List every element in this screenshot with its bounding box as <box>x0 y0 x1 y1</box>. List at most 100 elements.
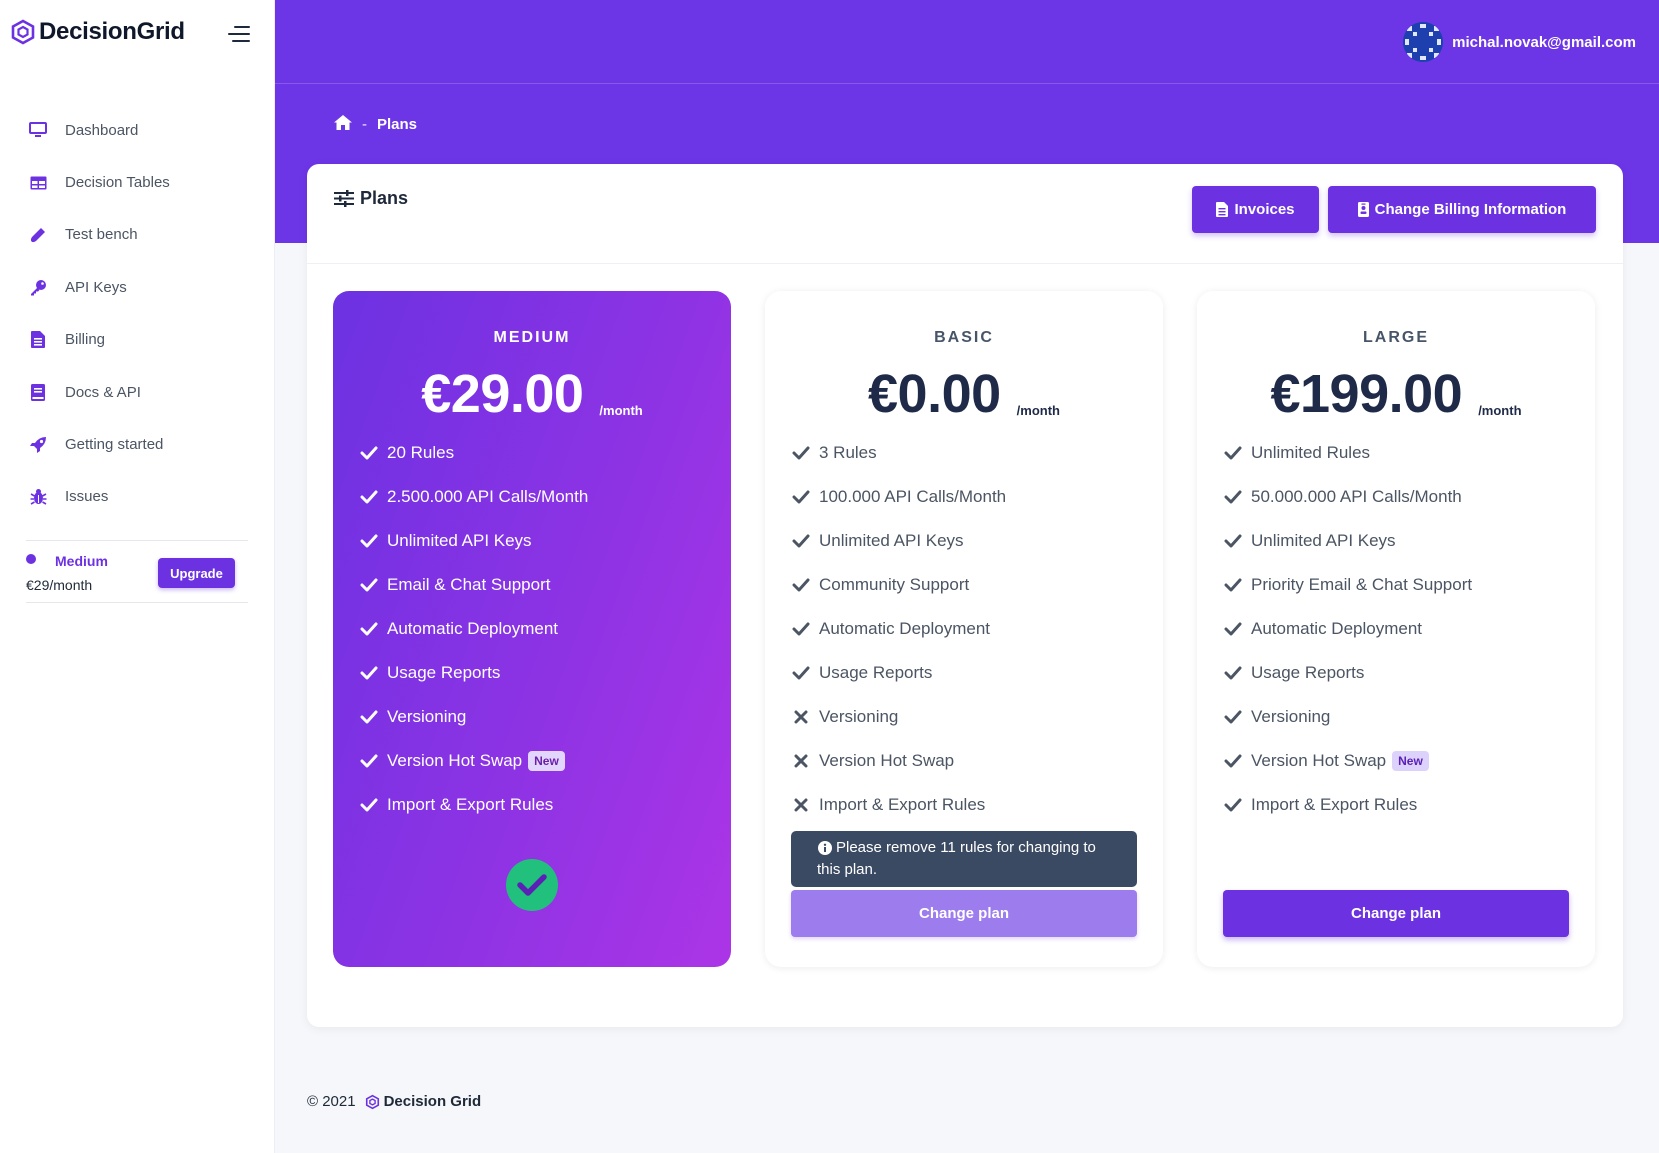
table-icon <box>28 173 48 193</box>
feature-item: Priority Email & Chat Support <box>1224 563 1472 607</box>
home-icon[interactable] <box>334 115 352 134</box>
sidebar-nav: Dashboard Decision Tables Test bench API… <box>0 104 275 523</box>
feature-label: Automatic Deployment <box>819 619 991 638</box>
feature-label: 2.500.000 API Calls/Month <box>387 487 589 506</box>
page-title: Plans <box>334 188 408 209</box>
feature-label: Versioning <box>1251 707 1331 726</box>
feature-label: Automatic Deployment <box>387 619 559 638</box>
feature-item: Import & Export Rules <box>1224 783 1472 827</box>
plan-price: €0.00 /month <box>765 365 1163 423</box>
sidebar-item-label: Billing <box>65 331 106 349</box>
feature-label: Import & Export Rules <box>1251 795 1418 814</box>
sidebar-item-getting-started[interactable]: Getting started <box>0 418 275 470</box>
check-icon <box>360 664 378 682</box>
feature-item: 50.000.000 API Calls/Month <box>1224 475 1472 519</box>
feature-item: Unlimited API Keys <box>1224 519 1472 563</box>
sidebar-item-decision-tables[interactable]: Decision Tables <box>0 156 275 208</box>
feature-item: Usage Reports <box>360 651 588 695</box>
monitor-icon <box>28 120 48 140</box>
flask-icon <box>28 225 48 245</box>
hexagon-logo-icon <box>365 1094 379 1109</box>
brand-logo[interactable]: DecisionGrid <box>10 18 185 46</box>
feature-item: Unlimited API Keys <box>360 519 588 563</box>
feature-item: Automatic Deployment <box>1224 607 1472 651</box>
feature-label: Automatic Deployment <box>1251 619 1423 638</box>
check-icon <box>792 444 810 462</box>
feature-label: 20 Rules <box>387 443 455 462</box>
feature-item: Import & Export Rules <box>360 783 588 827</box>
change-plan-button-basic[interactable]: Change plan <box>791 890 1137 937</box>
notice-text: Please remove 11 rules for changing to t… <box>817 839 1096 878</box>
plan-card-basic: BASIC €0.00 /month 3 Rules 100.000 API Ca… <box>765 291 1163 967</box>
feature-list: 20 Rules 2.500.000 API Calls/Month Unlimit… <box>360 431 588 827</box>
sidebar-item-issues[interactable]: Issues <box>0 471 275 523</box>
sidebar-item-label: Issues <box>65 488 109 506</box>
feature-item: Version Hot Swap <box>792 739 1006 783</box>
sidebar-item-test-bench[interactable]: Test bench <box>0 209 275 261</box>
sidebar-item-label: Docs & API <box>65 383 141 401</box>
feature-label: Versioning <box>819 707 899 726</box>
plans-card: Plans Invoices Change Billing Informatio… <box>307 164 1623 1027</box>
current-plan-check-icon <box>506 859 558 911</box>
sidebar-item-label: API Keys <box>65 278 127 296</box>
hexagon-logo-icon <box>11 19 35 45</box>
change-billing-button[interactable]: Change Billing Information <box>1328 186 1596 233</box>
breadcrumb-separator: - <box>362 116 367 133</box>
plan-amount: €29.00 <box>421 364 584 424</box>
user-email: michal.novak@gmail.com <box>1452 33 1636 51</box>
sidebar-item-dashboard[interactable]: Dashboard <box>0 104 275 156</box>
feature-item: Version Hot Swap New <box>1224 739 1472 783</box>
page-title-text: Plans <box>360 188 409 208</box>
feature-item: 100.000 API Calls/Month <box>792 475 1006 519</box>
check-icon <box>1224 664 1242 682</box>
check-icon <box>1224 488 1242 506</box>
check-icon <box>360 488 378 506</box>
sidebar-item-billing[interactable]: Billing <box>0 314 275 366</box>
feature-label: Version Hot Swap <box>387 751 523 770</box>
feature-item: Version Hot Swap New <box>360 739 588 783</box>
sidebar-item-docs-api[interactable]: Docs & API <box>0 366 275 418</box>
new-badge: New <box>1392 751 1429 771</box>
check-icon <box>792 488 810 506</box>
new-badge: New <box>528 751 565 771</box>
user-menu[interactable]: michal.novak@gmail.com <box>1403 22 1636 62</box>
check-icon <box>1224 752 1242 770</box>
check-icon <box>1224 532 1242 550</box>
feature-label: Priority Email & Chat Support <box>1251 575 1473 594</box>
check-icon <box>360 444 378 462</box>
plan-status-dot <box>26 554 36 564</box>
feature-label: Versioning <box>387 707 467 726</box>
check-icon <box>360 708 378 726</box>
feature-label: Unlimited API Keys <box>387 531 532 550</box>
feature-label: Usage Reports <box>387 663 501 682</box>
feature-list: Unlimited Rules 50.000.000 API Calls/Mont… <box>1224 431 1472 827</box>
feature-item: 3 Rules <box>792 431 1006 475</box>
feature-label: Import & Export Rules <box>819 795 986 814</box>
invoices-button[interactable]: Invoices <box>1192 186 1319 233</box>
plan-amount: €0.00 <box>868 364 1001 424</box>
feature-item: Unlimited Rules <box>1224 431 1472 475</box>
feature-item: Usage Reports <box>1224 651 1472 695</box>
check-icon <box>360 796 378 814</box>
change-billing-button-label: Change Billing Information <box>1374 201 1567 218</box>
feature-item: Versioning <box>792 695 1006 739</box>
plan-period: /month <box>1016 403 1060 418</box>
sidebar-item-api-keys[interactable]: API Keys <box>0 261 275 313</box>
check-icon <box>1224 620 1242 638</box>
plan-card-large: LARGE €199.00 /month Unlimited Rules 50.0… <box>1197 291 1595 967</box>
feature-label: Unlimited API Keys <box>1251 531 1396 550</box>
plan-card-medium: MEDIUM €29.00 /month 20 Rules 2.500.000 A… <box>333 291 731 967</box>
sidebar: DecisionGrid Dashboard Decision Tables T… <box>0 0 275 1153</box>
check-icon <box>792 620 810 638</box>
sidebar-item-label: Dashboard <box>65 121 139 139</box>
feature-label: Version Hot Swap <box>819 751 955 770</box>
change-plan-button-large[interactable]: Change plan <box>1223 890 1569 937</box>
feature-label: Usage Reports <box>1251 663 1365 682</box>
book-icon <box>28 382 48 402</box>
upgrade-button[interactable]: Upgrade <box>158 558 235 588</box>
menu-toggle-icon[interactable] <box>226 24 250 44</box>
feature-label: Unlimited API Keys <box>819 531 964 550</box>
feature-label: Usage Reports <box>819 663 933 682</box>
feature-item: Community Support <box>792 563 1006 607</box>
feature-item: Usage Reports <box>792 651 1006 695</box>
